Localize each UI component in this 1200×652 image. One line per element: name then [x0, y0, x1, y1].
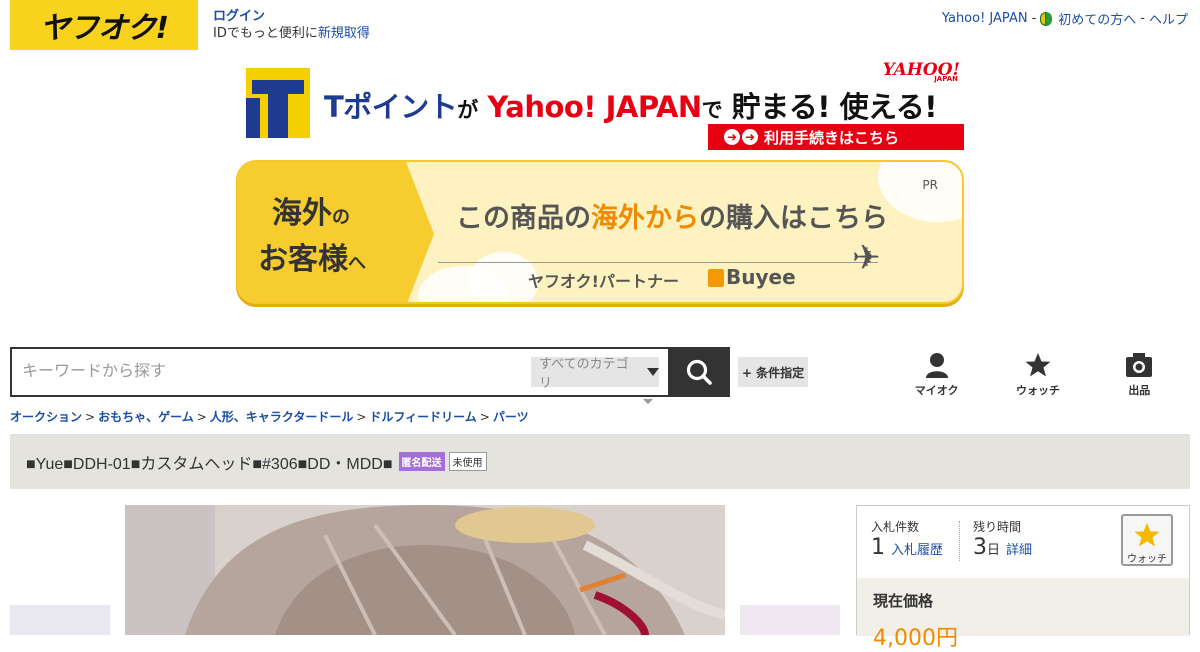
time-left-label: 残り時間 [973, 520, 1022, 534]
prev-image-thumbnail[interactable] [10, 605, 110, 635]
time-detail-link[interactable]: 詳細 [1006, 543, 1032, 558]
condition-button[interactable]: + 条件指定 [738, 357, 808, 387]
time-left-value: 3日 [973, 535, 1001, 560]
tpoint-headline: Tポイントが Yahoo! JAPANで 貯まる! 使える! [324, 90, 937, 124]
airplane-icon: ✈ [852, 238, 881, 278]
search-icon [686, 359, 712, 385]
help-link[interactable]: ヘルプ [1149, 9, 1188, 28]
procedure-button[interactable]: ➜ ➜ 利用手続きはこちら [708, 124, 964, 150]
watch-nav-label: ウォッチ [1015, 384, 1060, 397]
logo-text: ヤフオク! [39, 11, 169, 46]
register-link[interactable]: 新規取得 [318, 26, 370, 41]
beginners-link[interactable]: 初めての方へ [1058, 9, 1136, 28]
next-image-thumbnail[interactable] [740, 605, 840, 635]
overseas-customer-label: 海外の お客様へ [238, 162, 434, 302]
breadcrumb: オークション > おもちゃ、ゲーム > 人形、キャラクタードール > ドルフィードリーム > パ… [10, 410, 529, 424]
price-area: 現在価格 4,000円 [857, 578, 1189, 651]
yahoo-japan-logo-sub: JAPAN [934, 75, 958, 83]
breadcrumb-item[interactable]: おもちゃ、ゲーム [98, 410, 194, 424]
breadcrumb-item[interactable]: パーツ [493, 410, 529, 424]
breadcrumb-item[interactable]: 人形、キャラクタードール [210, 410, 354, 424]
star-icon [1134, 523, 1160, 547]
beginner-mark-icon [1040, 11, 1053, 26]
bag-icon [708, 269, 724, 287]
tpoint-logo-icon [246, 68, 310, 138]
breadcrumb-item[interactable]: ドルフィードリーム [369, 410, 476, 424]
partner-label: ヤフオク!パートナー [528, 272, 679, 291]
main-item-photo[interactable] [125, 505, 725, 635]
anonymous-shipping-badge: 匿名配送 [398, 452, 445, 471]
login-box: ログイン IDでもっと便利に新規取得 [213, 8, 370, 42]
yafuoku-logo[interactable]: ヤフオク! [10, 0, 198, 50]
bid-count-value: 1 [871, 535, 885, 560]
camera-icon [1126, 353, 1153, 377]
unused-badge: 未使用 [448, 452, 487, 471]
bid-count-block: 入札件数 1 入札履歴 [871, 518, 943, 560]
sell-label: 出品 [1128, 384, 1151, 397]
caret-down-icon [647, 368, 659, 376]
bid-history-link[interactable]: 入札履歴 [891, 543, 943, 558]
current-price-label: 現在価格 [873, 592, 934, 610]
category-select[interactable]: すべてのカテゴリ [531, 357, 659, 391]
my-auction-button[interactable]: マイオク [886, 352, 987, 400]
auction-info-panel: 入札件数 1 入札履歴 残り時間 3日 詳細 ウォッチ 現在価格 4,000円 [856, 505, 1190, 651]
category-select-value: すべてのカテゴリ [539, 357, 629, 391]
watch-button-label: ウォッチ [1127, 554, 1167, 565]
current-price-value: 4,000円 [873, 626, 958, 651]
top-links-separator: - [1031, 11, 1037, 26]
overseas-buyee-banner[interactable]: 海外の お客様へ PR この商品の海外からの購入はこちら ✈ ヤフオク!パートナ… [236, 160, 964, 304]
yahoo-japan-link[interactable]: Yahoo! JAPAN [942, 11, 1028, 26]
bid-count-label: 入札件数 [871, 520, 920, 534]
top-links-separator: - [1140, 11, 1145, 26]
pr-label: PR [922, 178, 938, 192]
arrow-icon: ➜ [742, 129, 758, 145]
login-link[interactable]: ログイン [213, 8, 370, 25]
user-icon [925, 353, 948, 378]
search-button[interactable] [668, 347, 730, 397]
my-auction-label: マイオク [914, 384, 959, 397]
item-title: ■Yue■DDH-01■カスタムヘッド■#306■DD・MDD■ [26, 455, 393, 473]
category-dropdown-caret-icon [643, 399, 653, 404]
search-input[interactable] [22, 349, 522, 395]
watch-nav-button[interactable]: ウォッチ [987, 352, 1088, 400]
tpoint-banner[interactable]: Tポイントが Yahoo! JAPANで 貯まる! 使える! YAHOO! JA… [246, 60, 964, 152]
flight-line [438, 262, 878, 263]
item-title-bar: ■Yue■DDH-01■カスタムヘッド■#306■DD・MDD■ 匿名配送 未使… [10, 434, 1190, 489]
watch-button[interactable]: ウォッチ [1121, 514, 1173, 566]
overseas-purchase-text: この商品の海外からの購入はこちら [456, 203, 888, 234]
breadcrumb-item[interactable]: オークション [10, 410, 82, 424]
top-links: Yahoo! JAPAN - 初めての方へ - ヘルプ [942, 9, 1188, 28]
procedure-label: 利用手続きはこちら [764, 128, 900, 147]
time-left-block: 残り時間 3日 詳細 [973, 518, 1032, 560]
info-divider [959, 521, 960, 561]
header-nav: マイオク ウォッチ 出品 [886, 352, 1190, 400]
buyee-logo: Buyee [708, 265, 796, 289]
search-bar: すべてのカテゴリ [10, 347, 730, 397]
arrow-icon: ➜ [724, 129, 740, 145]
login-sub-text: IDでもっと便利に [213, 26, 318, 41]
star-icon [1025, 353, 1051, 377]
sell-button[interactable]: 出品 [1089, 352, 1190, 400]
